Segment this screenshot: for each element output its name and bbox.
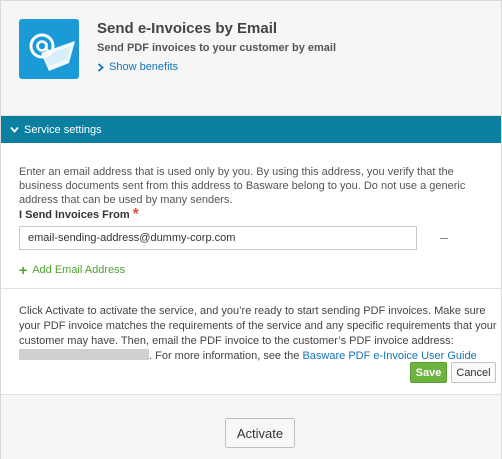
settings-description: Enter an email address that is used only… bbox=[19, 166, 466, 206]
service-settings-label: Service settings bbox=[24, 123, 102, 136]
user-guide-link[interactable]: Basware PDF e-Invoice User Guide bbox=[302, 350, 476, 362]
save-button[interactable]: Save bbox=[410, 362, 447, 383]
activate-button[interactable]: Activate bbox=[225, 418, 295, 448]
cancel-button[interactable]: Cancel bbox=[451, 362, 496, 383]
add-email-address-button[interactable]: + Add Email Address bbox=[19, 262, 125, 278]
sender-field-label-text: I Send Invoices From bbox=[19, 209, 130, 221]
minus-icon bbox=[440, 238, 448, 239]
service-header: Send e-Invoices by Email Send PDF invoic… bbox=[1, 1, 501, 116]
add-email-address-label: Add Email Address bbox=[32, 264, 126, 276]
section-divider bbox=[1, 288, 501, 289]
show-benefits-link[interactable]: Show benefits bbox=[97, 61, 178, 73]
service-card: Send e-Invoices by Email Send PDF invoic… bbox=[0, 0, 502, 459]
page-subtitle: Send PDF invoices to your customer by em… bbox=[97, 42, 337, 54]
remove-email-button[interactable] bbox=[437, 232, 451, 244]
redacted-address bbox=[19, 349, 149, 360]
email-at-icon bbox=[19, 19, 79, 79]
chevron-right-icon bbox=[97, 62, 104, 72]
required-marker: * bbox=[132, 206, 139, 223]
service-settings-toggle[interactable]: Service settings bbox=[1, 116, 501, 143]
sender-field-label: I Send Invoices From * bbox=[19, 206, 139, 223]
show-benefits-label: Show benefits bbox=[109, 61, 179, 73]
activation-text: Click Activate to activate the service, … bbox=[19, 305, 497, 347]
page-title: Send e-Invoices by Email bbox=[97, 20, 278, 37]
activation-description: Click Activate to activate the service, … bbox=[19, 304, 497, 364]
chevron-down-icon bbox=[10, 126, 19, 133]
activation-text-after: . For more information, see the bbox=[149, 350, 300, 362]
sender-email-input[interactable] bbox=[19, 226, 417, 250]
plus-icon: + bbox=[19, 262, 28, 278]
